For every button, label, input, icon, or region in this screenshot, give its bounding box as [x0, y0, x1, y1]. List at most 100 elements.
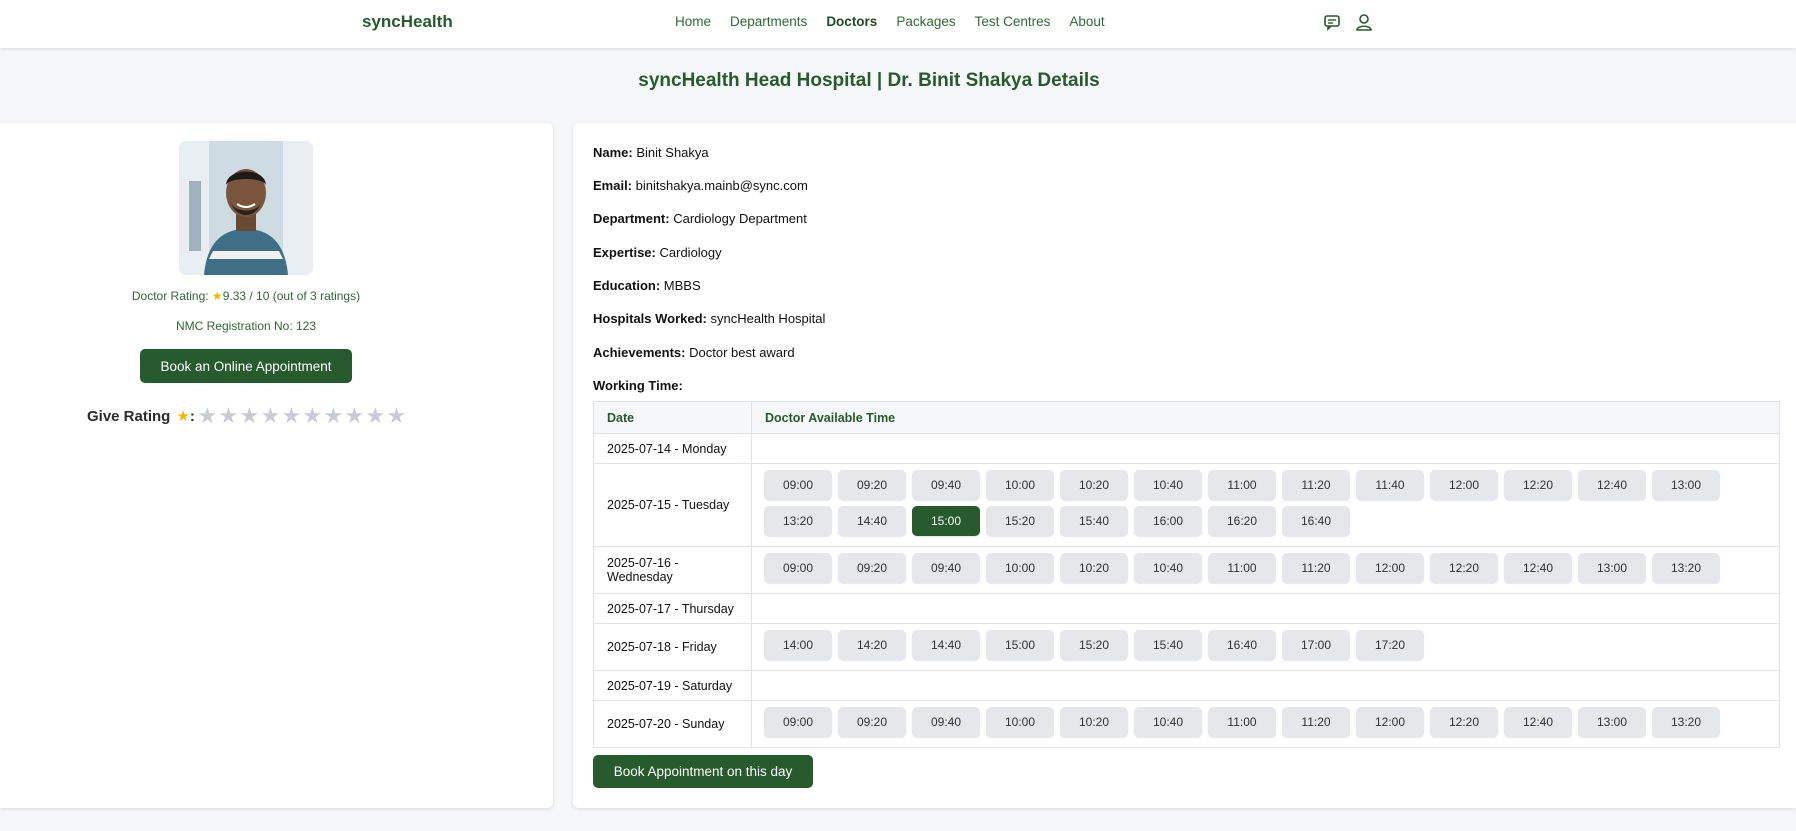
nav-doctors[interactable]: Doctors [826, 14, 877, 29]
schedule-slots: 09:00 09:20 09:40 10:00 10:20 10:40 11:00 11:20… [751, 546, 1780, 594]
label: Department: [593, 211, 670, 226]
page-title: syncHealth Head Hospital | Dr. Binit Sha… [638, 70, 1100, 91]
time-slot-button[interactable]: 16:40 [1282, 506, 1350, 536]
value: MBBS [663, 278, 701, 293]
rating-star-4[interactable]: ★ [260, 405, 281, 427]
time-slot-button[interactable]: 14:00 [764, 630, 832, 660]
time-slot-button[interactable]: 12:20 [1430, 553, 1498, 583]
nav-test-centres[interactable]: Test Centres [975, 14, 1051, 29]
table-row: 2025-07-15 - Tuesday 09:00 09:20 09:40 10:00… [593, 463, 1780, 547]
time-slot-button[interactable]: 15:40 [1060, 506, 1128, 536]
time-slot-button[interactable]: 15:00 [986, 630, 1054, 660]
time-slot-button[interactable]: 13:00 [1578, 707, 1646, 737]
time-slot-button[interactable]: 14:20 [838, 630, 906, 660]
time-slot-button[interactable]: 11:20 [1282, 470, 1350, 500]
schedule-slots: 09:00 09:20 09:40 10:00 10:20 10:40 11:00 11:20… [751, 463, 1780, 547]
user-icon[interactable] [1354, 12, 1374, 32]
top-navbar: syncHealth Home Departments Doctors Pack… [0, 0, 1796, 48]
label: Expertise: [593, 245, 656, 260]
time-slot-button[interactable]: 12:00 [1430, 470, 1498, 500]
chat-icon[interactable] [1322, 12, 1342, 32]
time-slot-button[interactable]: 13:20 [1652, 553, 1720, 583]
time-slot-button[interactable]: 10:00 [986, 707, 1054, 737]
time-slot-button[interactable]: 17:00 [1282, 630, 1350, 660]
rating-star-6[interactable]: ★ [302, 405, 323, 427]
schedule-date: 2025-07-18 - Friday [593, 623, 752, 671]
time-slot-button[interactable]: 10:20 [1060, 707, 1128, 737]
brand-logo[interactable]: syncHealth [362, 12, 453, 32]
time-slot-button[interactable]: 10:00 [986, 553, 1054, 583]
schedule-date: 2025-07-14 - Monday [593, 433, 752, 464]
label: Achievements: [593, 345, 686, 360]
time-slot-button[interactable]: 12:40 [1504, 553, 1572, 583]
time-slot-button[interactable]: 12:40 [1504, 707, 1572, 737]
time-slot-button[interactable]: 10:00 [986, 470, 1054, 500]
time-slot-button[interactable]: 13:20 [1652, 707, 1720, 737]
time-slot-button[interactable]: 10:40 [1134, 707, 1202, 737]
nav-home[interactable]: Home [675, 14, 711, 29]
label: Name: [593, 145, 633, 160]
time-slot-button[interactable]: 09:00 [764, 707, 832, 737]
column-available-time: Doctor Available Time [751, 401, 1780, 434]
value: Cardiology [659, 245, 722, 260]
book-appointment-day-button[interactable]: Book Appointment on this day [593, 755, 813, 788]
time-slot-button[interactable]: 11:00 [1208, 553, 1276, 583]
nav-departments[interactable]: Departments [730, 14, 807, 29]
nav-packages[interactable]: Packages [896, 14, 955, 29]
time-slot-button[interactable]: 09:20 [838, 553, 906, 583]
time-slot-button[interactable]: 09:00 [764, 553, 832, 583]
time-slot-button[interactable]: 11:20 [1282, 707, 1350, 737]
time-slot-button[interactable]: 14:40 [912, 630, 980, 660]
time-slot-button[interactable]: 13:00 [1652, 470, 1720, 500]
time-slot-button[interactable]: 16:20 [1208, 506, 1276, 536]
time-slot-button[interactable]: 12:20 [1430, 707, 1498, 737]
time-slot-button[interactable]: 11:40 [1356, 470, 1424, 500]
time-slot-button[interactable]: 12:40 [1578, 470, 1646, 500]
time-slot-button[interactable]: 13:20 [764, 506, 832, 536]
time-slot-button[interactable]: 09:20 [838, 707, 906, 737]
time-slot-button[interactable]: 15:20 [1060, 630, 1128, 660]
rating-star-3[interactable]: ★ [239, 405, 260, 427]
time-slot-button[interactable]: 12:00 [1356, 707, 1424, 737]
time-slot-button[interactable]: 10:20 [1060, 553, 1128, 583]
time-slot-button[interactable]: 14:40 [838, 506, 906, 536]
rating-star-10[interactable]: ★ [386, 405, 407, 427]
rating-star-9[interactable]: ★ [365, 405, 386, 427]
doctor-rating: Doctor Rating: ★9.33 / 10 (out of 3 rati… [0, 289, 492, 303]
time-slot-button[interactable]: 09:20 [838, 470, 906, 500]
time-slot-button[interactable]: 09:40 [912, 553, 980, 583]
detail-department: Department: Cardiology Department [593, 211, 807, 226]
time-slot-button[interactable]: 11:20 [1282, 553, 1350, 583]
time-slot-button[interactable]: 15:00 [912, 506, 980, 536]
time-slot-button[interactable]: 12:20 [1504, 470, 1572, 500]
time-slot-button[interactable]: 16:00 [1134, 506, 1202, 536]
time-slot-button[interactable]: 12:00 [1356, 553, 1424, 583]
table-row: 2025-07-19 - Saturday [593, 670, 1780, 701]
nav-about[interactable]: About [1069, 14, 1104, 29]
schedule-date: 2025-07-16 - Wednesday [593, 546, 752, 594]
time-slot-button[interactable]: 15:40 [1134, 630, 1202, 660]
rating-star-2[interactable]: ★ [218, 405, 239, 427]
rating-star-8[interactable]: ★ [344, 405, 365, 427]
time-slot-button[interactable]: 15:20 [986, 506, 1054, 536]
book-online-appointment-button[interactable]: Book an Online Appointment [140, 349, 352, 383]
rating-label: Doctor Rating: [131, 289, 209, 303]
time-slot-button[interactable]: 10:20 [1060, 470, 1128, 500]
rating-star-1[interactable]: ★ [197, 405, 218, 427]
time-slot-button[interactable]: 11:00 [1208, 470, 1276, 500]
time-slot-button[interactable]: 13:00 [1578, 553, 1646, 583]
time-slot-button[interactable]: 16:40 [1208, 630, 1276, 660]
rating-star-5[interactable]: ★ [281, 405, 302, 427]
time-slot-button[interactable]: 10:40 [1134, 553, 1202, 583]
time-slot-button[interactable]: 11:00 [1208, 707, 1276, 737]
time-slot-button[interactable]: 09:40 [912, 470, 980, 500]
time-slot-button[interactable]: 10:40 [1134, 470, 1202, 500]
star-icon: ★ [211, 289, 223, 303]
time-slot-button[interactable]: 09:40 [912, 707, 980, 737]
give-rating-label: Give Rating [87, 407, 171, 425]
main-nav: Home Departments Doctors Packages Test C… [675, 14, 1124, 29]
time-slot-button[interactable]: 09:00 [764, 470, 832, 500]
label: Working Time: [593, 378, 683, 393]
time-slot-button[interactable]: 17:20 [1356, 630, 1424, 660]
rating-star-7[interactable]: ★ [323, 405, 344, 427]
